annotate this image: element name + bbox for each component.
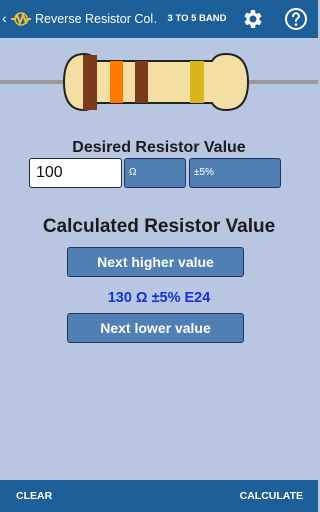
band-3 xyxy=(135,61,148,103)
calculate-button[interactable]: CALCULATE xyxy=(240,488,303,504)
clear-button[interactable]: CLEAR xyxy=(16,488,52,504)
app-title: Reverse Resistor Col… xyxy=(35,12,158,26)
desired-value-title: Desired Resistor Value xyxy=(72,139,246,156)
band-2 xyxy=(110,61,123,103)
unit-dropdown[interactable]: Ω xyxy=(124,158,186,188)
band-mode-button[interactable]: 3 TO 5 BAND xyxy=(166,11,228,27)
next-lower-button[interactable]: Next lower value xyxy=(67,313,244,343)
help-icon[interactable] xyxy=(284,7,308,31)
app-bar: ‹ Reverse Resistor Col… 3 TO 5 BAND xyxy=(0,0,318,38)
resistance-value-input[interactable] xyxy=(29,158,122,188)
tolerance-dropdown[interactable]: ±5% xyxy=(189,158,281,188)
next-higher-button[interactable]: Next higher value xyxy=(67,247,244,277)
resistor-illustration xyxy=(0,52,318,112)
band-4 xyxy=(190,61,204,103)
app-logo-icon[interactable] xyxy=(9,7,33,31)
calculated-result: 130 Ω ±5% E24 xyxy=(107,290,211,306)
gear-icon[interactable] xyxy=(240,7,264,31)
bottom-bar: CLEAR CALCULATE xyxy=(0,480,318,512)
band-1 xyxy=(83,55,97,110)
calculated-value-title: Calculated Resistor Value xyxy=(42,216,276,237)
